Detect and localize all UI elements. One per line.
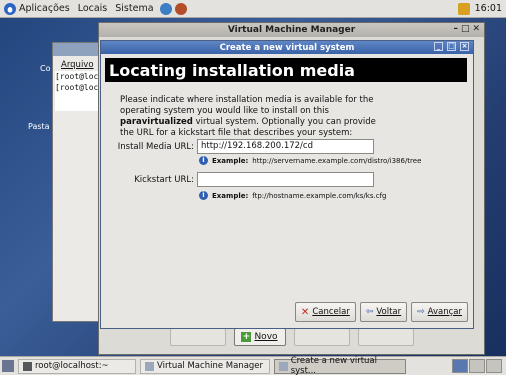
forward-button[interactable]: ⇨ Avançar xyxy=(411,302,468,322)
terminal-side-text: Co xyxy=(40,64,51,73)
menu-aplicacoes[interactable]: Aplicações xyxy=(0,2,74,15)
minimize-icon[interactable]: – xyxy=(453,24,458,34)
description-text: Please indicate where installation media… xyxy=(120,95,374,116)
page-heading: Locating installation media xyxy=(109,60,355,80)
novo-button-label: Novo xyxy=(254,332,278,342)
kickstart-label: Kickstart URL: xyxy=(134,174,194,185)
browser-launcher-icon[interactable] xyxy=(159,2,172,15)
example-text: ftp://hostname.example.com/ks/ks.cfg xyxy=(252,191,387,200)
settings-launcher-icon[interactable] xyxy=(174,2,187,15)
workspace-switcher xyxy=(452,359,506,373)
workspace-1[interactable] xyxy=(452,359,468,373)
vmm-disabled-button xyxy=(169,328,226,346)
example-text: http://servername.example.com/distro/i38… xyxy=(252,156,422,165)
vmm-disabled-button xyxy=(293,328,350,346)
dialog-titlebar[interactable]: Create a new virtual system _ □ × xyxy=(101,41,473,54)
top-panel: Aplicações Locais Sistema 16:01 xyxy=(0,0,506,18)
task-vmm-label: Virtual Machine Manager xyxy=(157,361,264,371)
example-label: Example: xyxy=(212,156,249,165)
vmm-button-bar: + Novo xyxy=(99,328,484,346)
cancel-button[interactable]: ✕ Cancelar xyxy=(294,302,356,322)
vmm-titlebar[interactable]: Virtual Machine Manager – □ ✕ xyxy=(99,23,484,37)
new-vm-icon: + xyxy=(241,332,252,342)
dialog-maximize-icon[interactable]: □ xyxy=(447,42,456,51)
task-terminal[interactable]: root@localhost:~ xyxy=(18,358,136,374)
install-media-label: Install Media URL: xyxy=(117,141,194,152)
vmm-title: Virtual Machine Manager xyxy=(227,25,356,35)
install-media-url-input[interactable]: http://192.168.200.172/cd xyxy=(197,139,374,154)
menu-sistema[interactable]: Sistema xyxy=(111,2,190,15)
page-heading-banner: Locating installation media xyxy=(105,58,467,82)
maximize-icon[interactable]: □ xyxy=(461,24,470,34)
kickstart-row: Kickstart URL: xyxy=(101,172,374,187)
back-arrow-icon: ⇦ xyxy=(365,307,374,317)
desktop-folder-label[interactable]: Pasta xyxy=(28,122,50,131)
workspace-2[interactable] xyxy=(469,359,485,373)
gnome-foot-icon xyxy=(4,2,16,15)
novo-button[interactable]: + Novo xyxy=(233,328,286,346)
kickstart-example: i Example: ftp://hostname.example.com/ks… xyxy=(199,191,386,200)
install-media-row: Install Media URL: http://192.168.200.17… xyxy=(101,139,374,154)
info-icon: i xyxy=(199,191,208,200)
show-desktop-icon[interactable] xyxy=(2,360,14,372)
terminal-icon xyxy=(23,361,32,371)
dialog-minimize-icon[interactable]: _ xyxy=(434,42,443,51)
cancel-icon: ✕ xyxy=(300,306,310,318)
task-terminal-label: root@localhost:~ xyxy=(35,361,109,371)
task-create-dialog[interactable]: Create a new virtual syst... xyxy=(274,356,406,375)
back-button-label: Voltar xyxy=(376,307,402,317)
cancel-button-label: Cancelar xyxy=(312,307,350,317)
menu-locais[interactable]: Locais xyxy=(74,3,112,14)
vmm-icon xyxy=(279,361,288,371)
info-icon: i xyxy=(199,156,208,165)
install-media-example: i Example: http://servername.example.com… xyxy=(199,156,421,165)
task-create-dialog-label: Create a new virtual syst... xyxy=(290,356,377,375)
page-description: Please indicate where installation media… xyxy=(120,95,380,139)
update-notifier-icon[interactable] xyxy=(457,2,470,15)
vmm-icon xyxy=(145,361,154,371)
bottom-taskbar: root@localhost:~ Virtual Machine Manager… xyxy=(0,356,506,375)
menu-sistema-label: Sistema xyxy=(115,3,154,14)
clock[interactable]: 16:01 xyxy=(475,3,502,14)
close-icon[interactable]: ✕ xyxy=(472,24,480,34)
dialog-close-icon[interactable]: × xyxy=(460,42,469,51)
menu-aplicacoes-label: Aplicações xyxy=(19,3,70,14)
description-bold: paravirtualized xyxy=(120,117,193,127)
dialog-title: Create a new virtual system xyxy=(219,42,355,53)
create-vm-dialog: Create a new virtual system _ □ × Locati… xyxy=(100,40,474,329)
back-button[interactable]: ⇦ Voltar xyxy=(359,302,408,322)
forward-button-label: Avançar xyxy=(427,307,462,317)
vmm-disabled-button xyxy=(357,328,414,346)
system-tray: 16:01 xyxy=(457,2,506,15)
terminal-menu-arquivo[interactable]: Arquivo xyxy=(61,60,94,70)
kickstart-url-input[interactable] xyxy=(197,172,374,187)
example-label: Example: xyxy=(212,191,249,200)
dialog-button-bar: ✕ Cancelar ⇦ Voltar ⇨ Avançar xyxy=(294,302,468,322)
menu-locais-label: Locais xyxy=(77,3,108,14)
forward-arrow-icon: ⇨ xyxy=(417,307,425,317)
task-vmm[interactable]: Virtual Machine Manager xyxy=(140,358,270,374)
workspace-3[interactable] xyxy=(486,359,502,373)
